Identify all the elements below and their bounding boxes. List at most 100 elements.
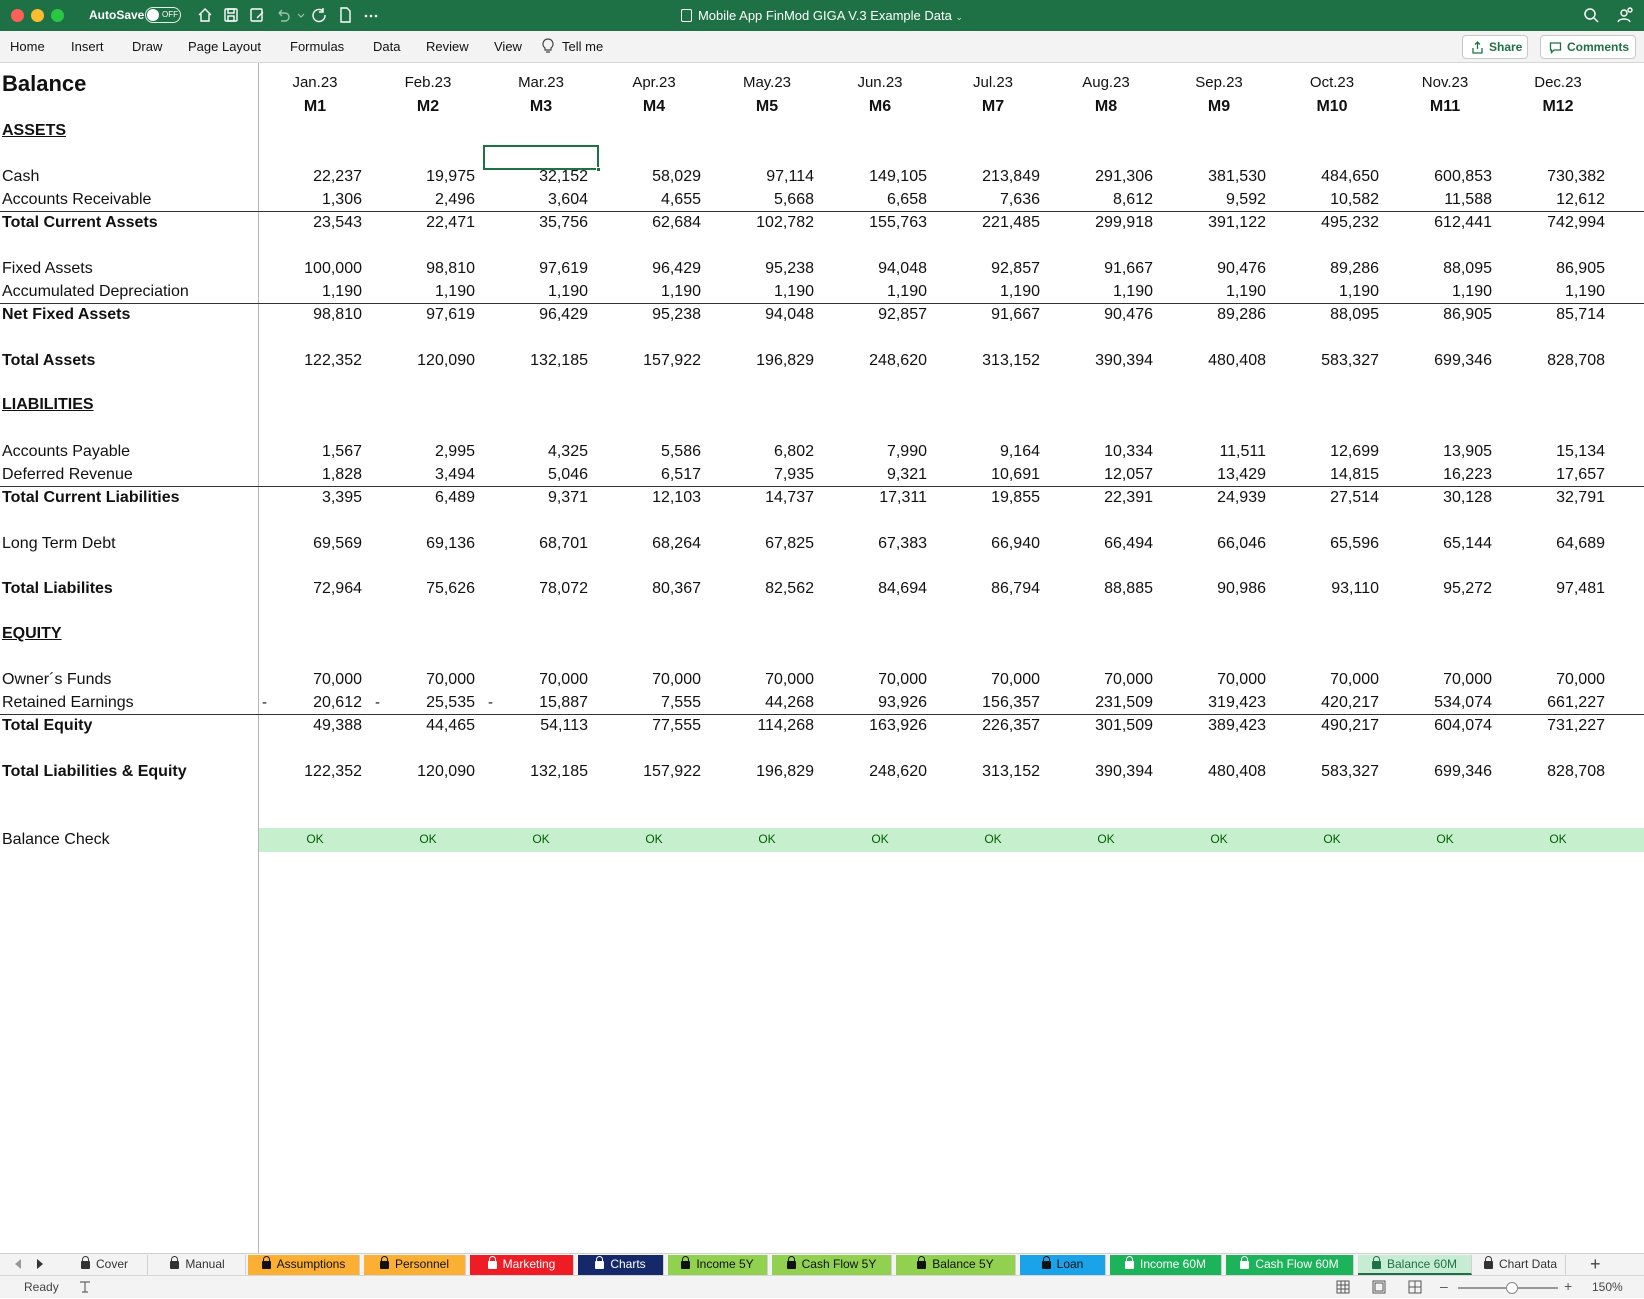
sheet-tab-marketing[interactable]: Marketing: [470, 1255, 574, 1275]
table-cell[interactable]: 390,394: [1053, 351, 1153, 371]
table-cell[interactable]: 583,327: [1279, 351, 1379, 371]
table-cell[interactable]: 93,110: [1279, 579, 1379, 599]
table-cell[interactable]: 149,105: [827, 167, 927, 187]
table-cell[interactable]: 661,227: [1505, 693, 1605, 713]
table-cell[interactable]: 13,429: [1166, 465, 1266, 485]
table-cell[interactable]: 1,306: [262, 190, 362, 210]
table-cell[interactable]: 92,857: [827, 305, 927, 325]
table-cell[interactable]: 2,496: [375, 190, 475, 210]
table-cell[interactable]: 163,926: [827, 716, 927, 736]
table-cell[interactable]: 9,164: [940, 442, 1040, 462]
table-cell[interactable]: 12,699: [1279, 442, 1379, 462]
table-cell[interactable]: 157,922: [601, 762, 701, 782]
table-cell[interactable]: 70,000: [1392, 670, 1492, 690]
comments-button[interactable]: Comments: [1540, 35, 1636, 59]
table-cell[interactable]: 72,964: [262, 579, 362, 599]
table-cell[interactable]: 12,612: [1505, 190, 1605, 210]
table-cell[interactable]: 80,367: [601, 579, 701, 599]
share-button[interactable]: Share: [1462, 35, 1528, 59]
table-cell[interactable]: 77,555: [601, 716, 701, 736]
table-cell[interactable]: 94,048: [714, 305, 814, 325]
table-cell[interactable]: 1,190: [262, 282, 362, 302]
tell-me-search[interactable]: Tell me: [562, 39, 603, 54]
table-cell[interactable]: 70,000: [940, 670, 1040, 690]
table-cell[interactable]: 12,103: [601, 488, 701, 508]
table-cell[interactable]: 1,190: [1392, 282, 1492, 302]
table-cell[interactable]: 54,113: [488, 716, 588, 736]
table-cell[interactable]: 90,986: [1166, 579, 1266, 599]
table-cell[interactable]: 24,939: [1166, 488, 1266, 508]
scroll-tabs-left-icon[interactable]: [12, 1257, 24, 1271]
zoom-out-button[interactable]: –: [1440, 1278, 1448, 1294]
table-cell[interactable]: 95,272: [1392, 579, 1492, 599]
table-cell[interactable]: 612,441: [1392, 213, 1492, 233]
table-cell[interactable]: 62,684: [601, 213, 701, 233]
table-cell[interactable]: 157,922: [601, 351, 701, 371]
table-cell[interactable]: 389,423: [1166, 716, 1266, 736]
table-cell[interactable]: 69,136: [375, 534, 475, 554]
table-cell[interactable]: 90,476: [1053, 305, 1153, 325]
sheet-tab-personnel[interactable]: Personnel: [364, 1255, 466, 1275]
table-cell[interactable]: 196,829: [714, 351, 814, 371]
table-cell[interactable]: 97,481: [1505, 579, 1605, 599]
table-cell[interactable]: 97,619: [488, 259, 588, 279]
table-cell[interactable]: 730,382: [1505, 167, 1605, 187]
table-cell[interactable]: 44,268: [714, 693, 814, 713]
table-cell[interactable]: 7,555: [601, 693, 701, 713]
balance-check-ok[interactable]: OK: [604, 832, 704, 846]
table-cell[interactable]: 7,935: [714, 465, 814, 485]
table-cell[interactable]: 66,940: [940, 534, 1040, 554]
table-cell[interactable]: 68,701: [488, 534, 588, 554]
worksheet-grid[interactable]: Balance Jan.23 M1 Feb.23 M2 Mar.23 M3 Apr.23 M4…: [0, 63, 1644, 1253]
table-cell[interactable]: 1,190: [375, 282, 475, 302]
sheet-tab-loan[interactable]: Loan: [1020, 1255, 1106, 1275]
table-cell[interactable]: 25,535: [375, 693, 475, 713]
table-cell[interactable]: 391,122: [1166, 213, 1266, 233]
sheet-tab-income-5y[interactable]: Income 5Y: [668, 1255, 768, 1275]
table-cell[interactable]: 70,000: [1505, 670, 1605, 690]
table-cell[interactable]: 68,264: [601, 534, 701, 554]
table-cell[interactable]: 23,543: [262, 213, 362, 233]
table-cell[interactable]: 70,000: [1053, 670, 1153, 690]
sheet-tab-charts[interactable]: Charts: [578, 1255, 664, 1275]
normal-view-icon[interactable]: [1336, 1280, 1350, 1294]
table-cell[interactable]: 5,046: [488, 465, 588, 485]
table-cell[interactable]: 4,325: [488, 442, 588, 462]
table-cell[interactable]: 6,802: [714, 442, 814, 462]
table-cell[interactable]: 44,465: [375, 716, 475, 736]
table-cell[interactable]: 1,190: [488, 282, 588, 302]
table-cell[interactable]: 17,311: [827, 488, 927, 508]
table-cell[interactable]: 70,000: [1166, 670, 1266, 690]
table-cell[interactable]: 90,476: [1166, 259, 1266, 279]
table-cell[interactable]: 67,825: [714, 534, 814, 554]
table-cell[interactable]: 70,000: [488, 670, 588, 690]
table-cell[interactable]: 731,227: [1505, 716, 1605, 736]
table-cell[interactable]: 93,926: [827, 693, 927, 713]
balance-check-ok[interactable]: OK: [1282, 832, 1382, 846]
table-cell[interactable]: 10,582: [1279, 190, 1379, 210]
table-cell[interactable]: 10,334: [1053, 442, 1153, 462]
table-cell[interactable]: 86,905: [1505, 259, 1605, 279]
table-cell[interactable]: 122,352: [262, 762, 362, 782]
table-cell[interactable]: 86,905: [1392, 305, 1492, 325]
sheet-tab-balance-60m[interactable]: Balance 60M: [1358, 1255, 1472, 1275]
table-cell[interactable]: 11,588: [1392, 190, 1492, 210]
account-icon[interactable]: [1616, 6, 1634, 24]
sheet-tab-assumptions[interactable]: Assumptions: [248, 1255, 360, 1275]
table-cell[interactable]: 3,604: [488, 190, 588, 210]
tab-data[interactable]: Data: [373, 39, 400, 54]
table-cell[interactable]: 5,668: [714, 190, 814, 210]
table-cell[interactable]: 1,190: [1053, 282, 1153, 302]
sheet-tab-chart-data[interactable]: Chart Data: [1476, 1255, 1566, 1275]
table-cell[interactable]: 8,612: [1053, 190, 1153, 210]
table-cell[interactable]: 85,714: [1505, 305, 1605, 325]
table-cell[interactable]: 1,567: [262, 442, 362, 462]
table-cell[interactable]: 19,855: [940, 488, 1040, 508]
page-break-view-icon[interactable]: [1408, 1280, 1422, 1294]
table-cell[interactable]: 92,857: [940, 259, 1040, 279]
scroll-tabs-right-icon[interactable]: [34, 1257, 46, 1271]
table-cell[interactable]: 4,655: [601, 190, 701, 210]
balance-check-ok[interactable]: OK: [943, 832, 1043, 846]
tab-draw[interactable]: Draw: [132, 39, 162, 54]
table-cell[interactable]: 14,815: [1279, 465, 1379, 485]
